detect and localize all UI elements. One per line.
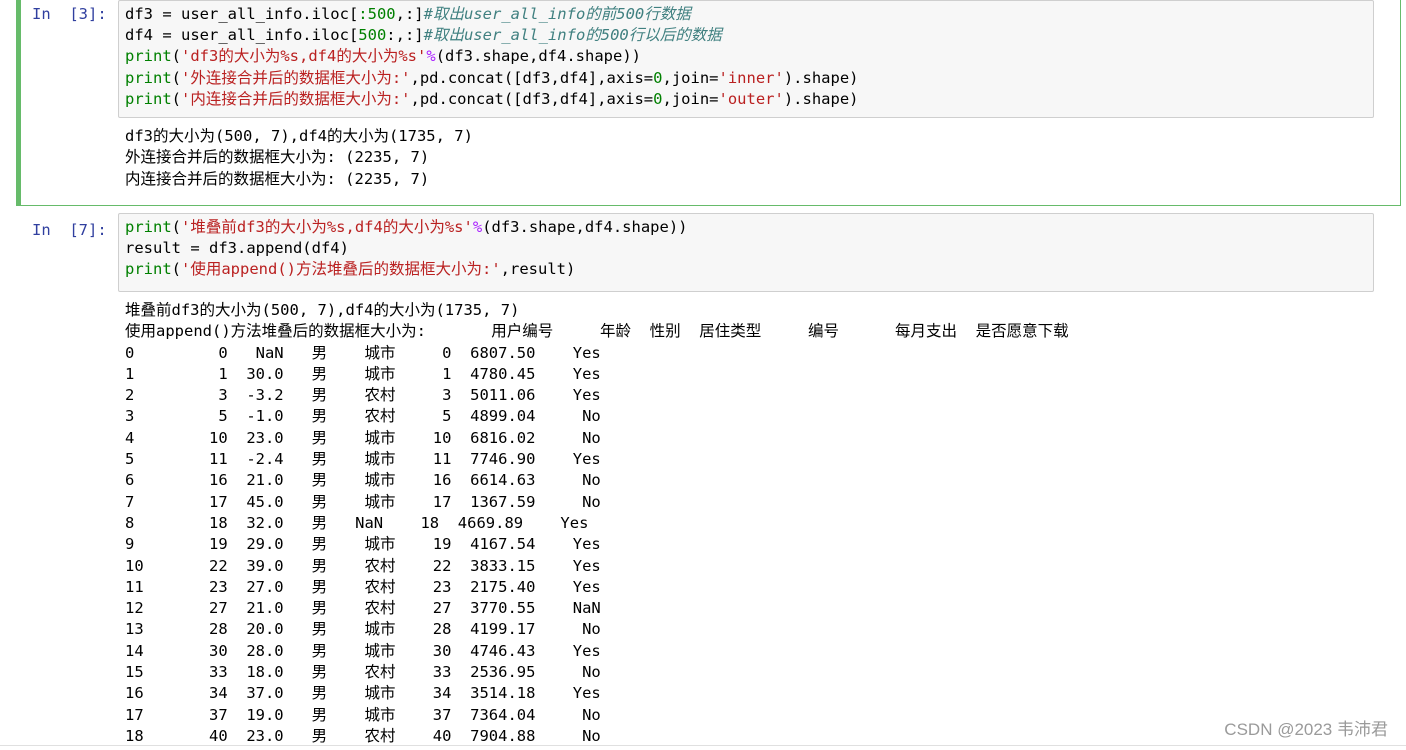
output-line: df3的大小为(500, 7),df4的大小为(1735, 7) <box>125 127 473 145</box>
code-line: print('df3的大小为%s,df4的大小为%s'%(df3.shape,d… <box>125 46 1367 67</box>
code-token: 'outer' <box>718 89 784 108</box>
code-token: print <box>125 218 172 236</box>
cell-output-3: df3的大小为(500, 7),df4的大小为(1735, 7) 外连接合并后的数… <box>125 126 473 190</box>
output-line: 5 11 -2.4 男 城市 11 7746.90 Yes <box>125 450 601 469</box>
code-line: result = df3.append(df4) <box>125 238 1367 259</box>
code-input-3[interactable]: df3 = user_all_info.iloc[:500,:]#取出user_… <box>118 0 1374 118</box>
csdn-watermark: CSDN @2023 韦沛君 <box>1224 720 1388 739</box>
output-line: 外连接合并后的数据框大小为: (2235, 7) <box>125 148 430 167</box>
output-line: 使用append()方法堆叠后的数据框大小为: 用户编号 年龄 性别 居住类型 … <box>125 322 1069 341</box>
code-token: '外连接合并后的数据框大小为:' <box>181 68 411 87</box>
code-token: ,result) <box>500 260 576 279</box>
code-token: ,join= <box>662 68 719 87</box>
code-line: df3 = user_all_info.iloc[:500,:]#取出user_… <box>125 4 1367 25</box>
code-token: (df3.shape,df4.shape)) <box>482 218 688 236</box>
code-token: ( <box>171 218 182 236</box>
output-line: 10 22 39.0 男 农村 22 3833.15 Yes <box>125 556 601 575</box>
code-token: 'df3的大小为%s,df4的大小为%s' <box>181 47 427 66</box>
output-line: 11 23 27.0 男 农村 23 2175.40 Yes <box>125 577 601 596</box>
output-line: 16 34 37.0 男 城市 34 3514.18 Yes <box>125 684 601 703</box>
code-token: '内连接合并后的数据框大小为:' <box>181 89 411 108</box>
code-token: df3 = user_all_info.iloc[ <box>125 5 359 23</box>
output-line: 堆叠前df3的大小为(500, 7),df4的大小为(1735, 7) <box>125 301 520 319</box>
code-token: ).shape) <box>783 89 859 108</box>
code-token: 0 <box>653 89 663 108</box>
code-token: 0 <box>653 68 663 87</box>
output-line: 8 18 32.0 男 NaN 18 4669.89 Yes <box>125 513 589 532</box>
code-token: (df3.shape,df4.shape)) <box>435 47 641 66</box>
code-token: result = df3.append(df4) <box>125 239 349 258</box>
code-token: :500 <box>358 5 396 23</box>
code-token: % <box>426 47 436 66</box>
code-token: print <box>125 68 172 87</box>
code-token: print <box>125 89 172 108</box>
output-line: 9 19 29.0 男 城市 19 4167.54 Yes <box>125 535 601 554</box>
output-line: 0 0 NaN 男 城市 0 6807.50 Yes <box>125 343 601 362</box>
code-token: print <box>125 260 172 279</box>
code-line: print('内连接合并后的数据框大小为:',pd.concat([df3,df… <box>125 89 1367 110</box>
output-line: 内连接合并后的数据框大小为: (2235, 7) <box>125 169 430 188</box>
cell-prompt-3: In [3]: <box>32 5 107 23</box>
code-token: ).shape) <box>783 68 859 87</box>
code-token: '使用append()方法堆叠后的数据框大小为:' <box>181 260 501 279</box>
output-line: 4 10 23.0 男 城市 10 6816.02 No <box>125 428 601 447</box>
code-token: 500 <box>358 26 387 45</box>
code-input-7[interactable]: print('堆叠前df3的大小为%s,df4的大小为%s'%(df3.shap… <box>118 213 1374 292</box>
output-line: 6 16 21.0 男 城市 16 6614.63 No <box>125 471 601 490</box>
output-line: 7 17 45.0 男 城市 17 1367.59 No <box>125 492 601 511</box>
output-line: 17 37 19.0 男 城市 37 7364.04 No <box>125 705 601 724</box>
code-line: print('外连接合并后的数据框大小为:',pd.concat([df3,df… <box>125 68 1367 89</box>
code-token: ( <box>171 47 182 66</box>
code-line: print('使用append()方法堆叠后的数据框大小为:',result) <box>125 259 1367 280</box>
code-token: ,pd.concat([df3,df4],axis= <box>410 89 654 108</box>
code-token: ( <box>171 89 182 108</box>
code-token: #取出user_all_info的500行以后的数据 <box>423 26 722 45</box>
code-token: ,:] <box>395 5 424 23</box>
cell-prompt-7: In [7]: <box>32 221 107 239</box>
output-line: 14 30 28.0 男 城市 30 4746.43 Yes <box>125 641 601 660</box>
output-line: 2 3 -3.2 男 农村 3 5011.06 Yes <box>125 386 601 405</box>
bottom-divider <box>0 745 1406 746</box>
code-token: ( <box>171 260 182 279</box>
output-line: 13 28 20.0 男 城市 28 4199.17 No <box>125 620 601 639</box>
code-token: :,:] <box>386 26 424 45</box>
code-token: '堆叠前df3的大小为%s,df4的大小为%s' <box>181 218 473 236</box>
output-line: 15 33 18.0 男 农村 33 2536.95 No <box>125 663 601 682</box>
output-line: 3 5 -1.0 男 农村 5 4899.04 No <box>125 407 601 426</box>
code-token: df4 = user_all_info.iloc[ <box>125 26 359 45</box>
code-line: df4 = user_all_info.iloc[500:,:]#取出user_… <box>125 25 1367 46</box>
code-token: print <box>125 47 172 66</box>
code-token: % <box>472 218 483 236</box>
code-token: ,join= <box>662 89 719 108</box>
output-line: 1 1 30.0 男 城市 1 4780.45 Yes <box>125 364 601 383</box>
code-line: print('堆叠前df3的大小为%s,df4的大小为%s'%(df3.shap… <box>125 217 1367 238</box>
code-token: 'inner' <box>718 68 784 87</box>
code-token: ,pd.concat([df3,df4],axis= <box>410 68 654 87</box>
code-token: #取出user_all_info的前500行数据 <box>423 5 691 23</box>
cell-output-7: 堆叠前df3的大小为(500, 7),df4的大小为(1735, 7) 使用app… <box>125 300 1069 747</box>
output-line: 12 27 21.0 男 农村 27 3770.55 NaN <box>125 599 601 618</box>
code-token: ( <box>171 68 182 87</box>
